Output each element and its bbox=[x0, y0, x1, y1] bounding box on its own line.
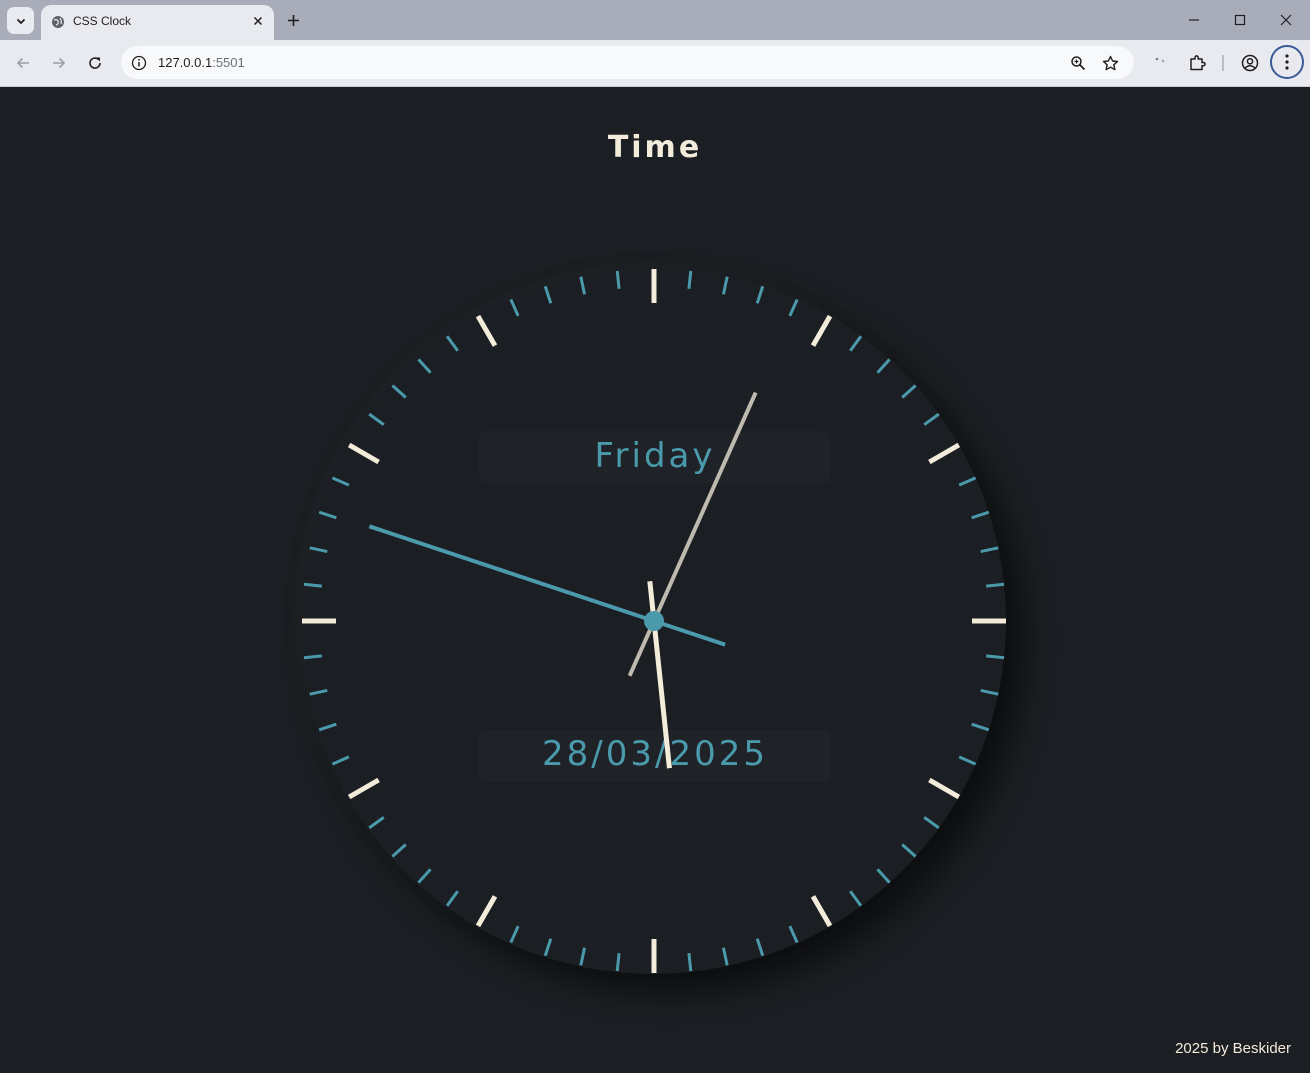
minute-tick bbox=[543, 285, 553, 304]
minute-tick bbox=[318, 722, 337, 732]
minute-tick bbox=[368, 412, 385, 426]
minute-tick bbox=[417, 358, 432, 374]
minute-tick bbox=[615, 953, 621, 972]
minute-tick bbox=[923, 412, 940, 426]
minute-tick bbox=[687, 270, 693, 289]
minute-tick bbox=[309, 688, 328, 696]
minute-tick bbox=[615, 270, 621, 289]
minute-tick bbox=[721, 947, 729, 966]
minute-tick bbox=[901, 384, 917, 399]
minute-tick bbox=[303, 582, 322, 588]
minute-tick bbox=[971, 510, 990, 520]
hour-tick bbox=[347, 777, 380, 800]
minute-tick bbox=[901, 843, 917, 858]
minute-tick bbox=[788, 298, 799, 317]
minute-tick bbox=[876, 868, 891, 884]
hour-tick bbox=[928, 442, 961, 465]
minute-tick bbox=[391, 384, 407, 399]
minute-tick bbox=[986, 654, 1005, 660]
minute-tick bbox=[509, 925, 520, 944]
minute-tick bbox=[543, 938, 553, 957]
hour-tick bbox=[928, 777, 961, 800]
minute-tick bbox=[417, 868, 432, 884]
minute-tick bbox=[579, 947, 587, 966]
minute-tick bbox=[368, 816, 385, 830]
hour-tick bbox=[810, 314, 833, 347]
minute-tick bbox=[391, 843, 407, 858]
minute-tick bbox=[788, 925, 799, 944]
minute-tick bbox=[755, 938, 765, 957]
clock-dial bbox=[302, 269, 1006, 973]
hour-tick bbox=[475, 895, 498, 928]
hour-tick bbox=[810, 895, 833, 928]
minute-tick bbox=[509, 298, 520, 317]
minute-tick bbox=[876, 358, 891, 374]
minute-tick bbox=[721, 276, 729, 295]
minute-tick bbox=[331, 755, 350, 766]
hour-tick bbox=[475, 314, 498, 347]
minute-tick bbox=[849, 890, 863, 907]
minute-tick bbox=[849, 335, 863, 352]
minute-tick bbox=[331, 476, 350, 487]
minute-tick bbox=[755, 285, 765, 304]
minute-tick bbox=[958, 476, 977, 487]
minute-tick bbox=[687, 953, 693, 972]
minute-tick bbox=[318, 510, 337, 520]
minute-tick bbox=[923, 816, 940, 830]
minute-tick bbox=[980, 688, 999, 696]
minute-tick bbox=[958, 755, 977, 766]
minute-tick bbox=[971, 722, 990, 732]
clock-center bbox=[644, 611, 664, 631]
minute-tick bbox=[445, 335, 459, 352]
minute-tick bbox=[986, 582, 1005, 588]
hour-tick bbox=[347, 442, 380, 465]
minute-tick bbox=[309, 546, 328, 554]
footer-credit: 2025 by Beskider bbox=[1175, 1040, 1291, 1057]
minute-tick bbox=[303, 654, 322, 660]
minute-tick bbox=[980, 546, 999, 554]
minute-tick bbox=[445, 890, 459, 907]
minute-tick bbox=[579, 276, 587, 295]
